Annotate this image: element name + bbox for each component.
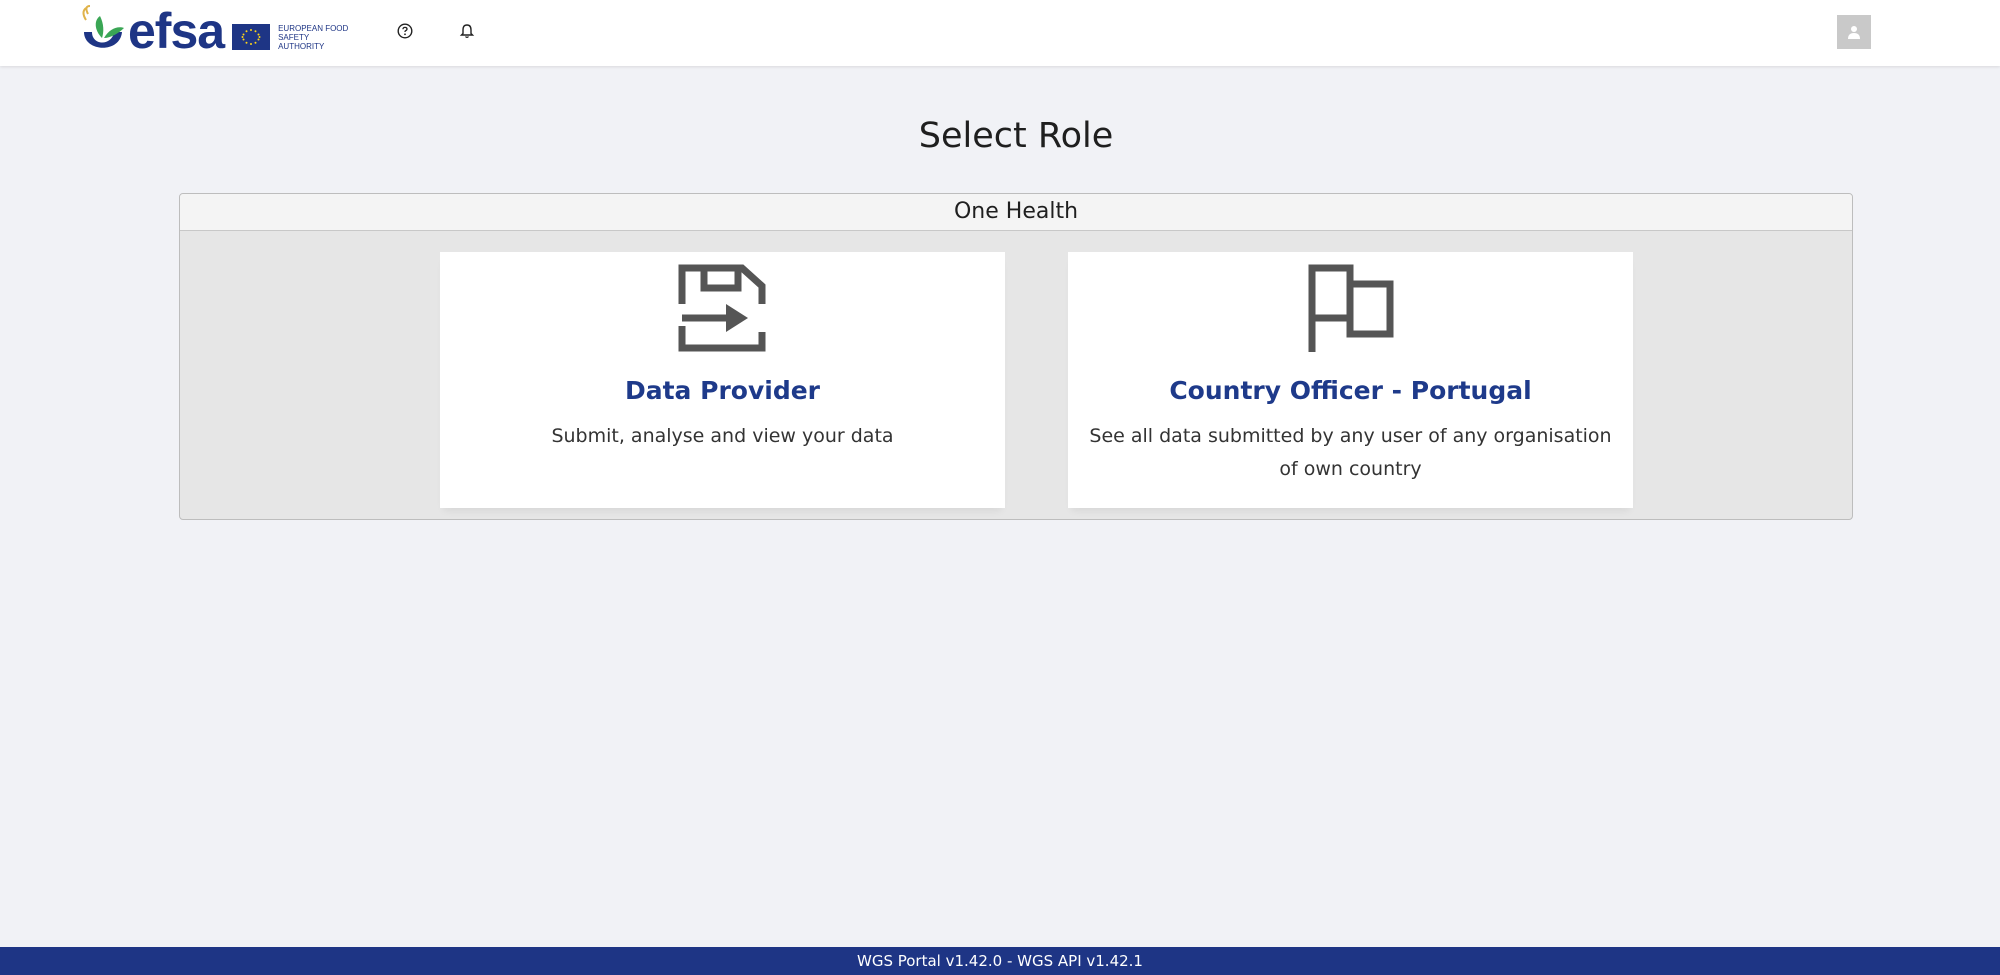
flag-icon: [1308, 264, 1393, 352]
data-submit-icon: [678, 264, 765, 352]
logo-wordmark: efsa: [128, 3, 225, 59]
user-avatar[interactable]: [1837, 15, 1871, 49]
question-circle-icon: [397, 23, 413, 39]
role-card-country-officer[interactable]: Country Officer - Portugal See all data …: [1068, 252, 1633, 508]
role-card-title: Country Officer - Portugal: [1169, 376, 1532, 405]
bell-icon: [459, 24, 475, 39]
authority-text: EUROPEAN FOOD SAFETY AUTHORITY: [278, 24, 350, 51]
page-title: Select Role: [918, 116, 1114, 156]
authority-line-2: SAFETY AUTHORITY: [278, 32, 325, 51]
role-card-description: Submit, analyse and view your data: [551, 425, 894, 447]
efsa-logo[interactable]: efsa EUROPEAN FOOD SAFETY AUTHORITY: [80, 4, 350, 58]
footer-version: WGS Portal v1.42.0 - WGS API v1.42.1: [0, 947, 2000, 975]
role-card-data-provider[interactable]: Data Provider Submit, analyse and view y…: [440, 252, 1005, 508]
role-card-description: See all data submitted by any user of an…: [1089, 425, 1612, 480]
role-group-title: One Health: [180, 194, 1852, 231]
efsa-leaf-icon: [82, 5, 124, 48]
user-avatar-icon: [1848, 26, 1860, 39]
notifications-button[interactable]: [456, 20, 478, 42]
role-group-panel: One Health Data Provider Submit, analyse…: [179, 193, 1853, 520]
role-card-title: Data Provider: [624, 376, 821, 405]
help-button[interactable]: [394, 20, 416, 42]
eu-flag-icon: [232, 24, 271, 50]
authority-line-1: EUROPEAN FOOD: [278, 23, 349, 33]
top-bar: efsa EUROPEAN FOOD SAFETY AUTHORITY: [0, 0, 2000, 66]
